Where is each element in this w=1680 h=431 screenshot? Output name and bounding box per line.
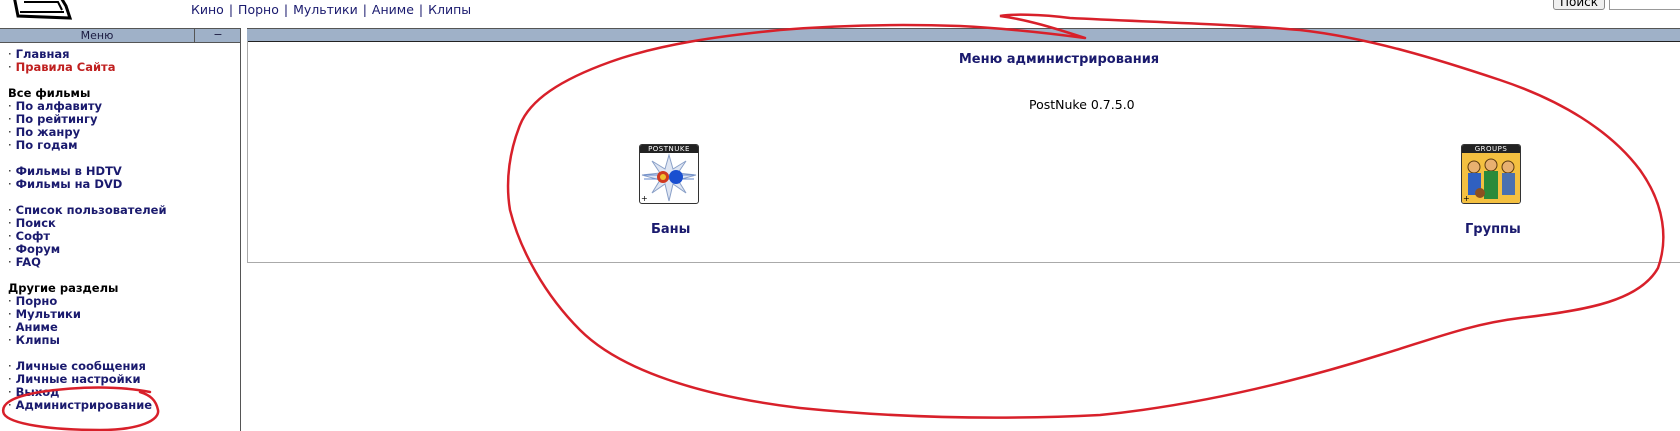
bullet: · (8, 255, 12, 269)
bullet: · (8, 99, 12, 113)
sidebar-item-hdtv[interactable]: Фильмы в HDTV (16, 164, 122, 178)
list-item: · Администрирование (8, 399, 167, 412)
main-title-bar (247, 28, 1680, 42)
bullet: · (8, 333, 12, 347)
bullet: · (8, 112, 12, 126)
version-text: PostNuke 0.7.5.0 (1029, 97, 1135, 112)
sidebar-border (240, 28, 241, 431)
sidebar-menu: · Главная · Правила Сайта Все фильмы · По а… (8, 48, 167, 412)
sidebar-header: Меню − (0, 28, 240, 43)
site-logo[interactable] (0, 0, 75, 20)
sidebar-item-messages[interactable]: Личные сообщения (16, 359, 146, 373)
bullet: · (8, 164, 12, 178)
module-groups-link[interactable]: Группы (1465, 222, 1521, 237)
postnuke-bans-icon[interactable]: POSTNUKE + (639, 144, 699, 204)
groups-icon[interactable]: GROUPS + (1461, 144, 1521, 204)
top-nav: Кино | Порно | Мультики | Аниме | Клипы (191, 2, 471, 17)
bullet: · (8, 294, 12, 308)
bullet: · (8, 307, 12, 321)
bullet: · (8, 359, 12, 373)
sidebar-item-by-year[interactable]: По годам (16, 138, 78, 152)
expand-corner-icon: + (1463, 194, 1470, 203)
list-item: · По годам (8, 139, 167, 152)
bullet: · (8, 242, 12, 256)
sidebar-item-logout[interactable]: Выход (16, 385, 60, 399)
sidebar-collapse-button[interactable]: − (194, 29, 241, 42)
list-item: · Клипы (8, 334, 167, 347)
sidebar-item-software[interactable]: Софт (16, 229, 50, 243)
bullet: · (8, 177, 12, 191)
bullet: · (8, 385, 12, 399)
top-nav-anime[interactable]: Аниме (372, 2, 414, 17)
bullet: · (8, 138, 12, 152)
nav-separator: | (283, 2, 289, 17)
top-nav-kino[interactable]: Кино (191, 2, 224, 17)
expand-corner-icon: + (641, 194, 648, 203)
bullet: · (8, 203, 12, 217)
module-bans-link[interactable]: Баны (651, 222, 690, 237)
sidebar-item-faq[interactable]: FAQ (16, 255, 41, 269)
sidebar-item-clips[interactable]: Клипы (16, 333, 60, 347)
bullet: · (8, 125, 12, 139)
sidebar-item-cartoons[interactable]: Мультики (16, 307, 81, 321)
sidebar-title: Меню (80, 29, 114, 42)
top-nav-porno[interactable]: Порно (238, 2, 279, 17)
bullet: · (8, 372, 12, 386)
icon-caption: POSTNUKE (640, 145, 698, 153)
sidebar-item-dvd[interactable]: Фильмы на DVD (16, 177, 123, 191)
sidebar-item-forum[interactable]: Форум (16, 242, 60, 256)
icon-caption: GROUPS (1462, 145, 1520, 153)
bullet: · (8, 398, 12, 412)
nav-separator: | (362, 2, 367, 17)
sidebar-item-anime[interactable]: Аниме (16, 320, 58, 334)
list-item: · FAQ (8, 256, 167, 269)
nav-separator: | (418, 2, 424, 17)
sidebar-item-porno[interactable]: Порно (16, 294, 58, 308)
page-title: Меню администрирования (0, 52, 1680, 67)
sidebar-item-by-genre[interactable]: По жанру (16, 125, 80, 139)
sidebar-item-settings[interactable]: Личные настройки (16, 372, 141, 386)
top-nav-multiki[interactable]: Мультики (293, 2, 358, 17)
top-nav-klipy[interactable]: Клипы (428, 2, 471, 17)
nav-separator: | (228, 2, 234, 17)
sidebar-item-user-list[interactable]: Список пользователей (16, 203, 167, 217)
sidebar-item-by-rating[interactable]: По рейтингу (16, 112, 98, 126)
bullet: · (8, 216, 12, 230)
bullet: · (8, 320, 12, 334)
bullet: · (8, 229, 12, 243)
sidebar-item-admin[interactable]: Администрирование (16, 398, 152, 412)
sidebar-item-by-alphabet[interactable]: По алфавиту (16, 99, 102, 113)
sidebar-item-search[interactable]: Поиск (16, 216, 56, 230)
list-item: · Фильмы на DVD (8, 178, 167, 191)
search-button[interactable]: Поиск (1553, 0, 1605, 10)
search-input[interactable] (1609, 0, 1680, 10)
page-title-text: Меню администрирования (958, 52, 1160, 67)
